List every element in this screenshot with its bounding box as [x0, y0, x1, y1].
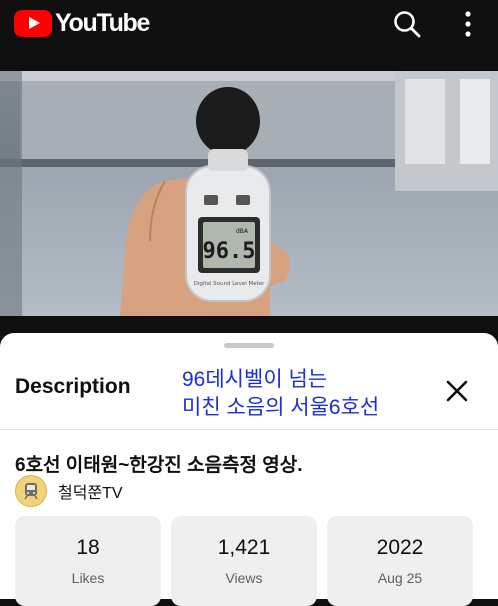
likes-count: 18: [76, 536, 100, 559]
more-vert-icon[interactable]: [452, 8, 484, 40]
upload-date: Aug 25: [377, 570, 423, 586]
meter-unit-display: dBA: [236, 228, 249, 235]
divider: [0, 429, 498, 430]
train-icon: [24, 483, 38, 500]
top-app-bar: YouTube: [0, 0, 498, 48]
video-frame: 96.5 dBA Digital Sound Level Meter: [0, 71, 498, 316]
youtube-logo-text: YouTube: [55, 9, 150, 37]
views-count: 1,421: [217, 536, 271, 559]
views-label: Views: [225, 570, 263, 586]
likes-stat: 18 Likes: [15, 516, 161, 606]
overlay-caption-line-2: 미친 소음의 서울6호선: [182, 396, 380, 419]
close-icon[interactable]: [442, 376, 472, 406]
overlay-caption-line-1: 96데시벨이 넘는: [182, 368, 328, 391]
upload-year: 2022: [376, 536, 424, 559]
youtube-logo[interactable]: YouTube: [14, 9, 150, 38]
channel-avatar[interactable]: [15, 475, 47, 507]
views-stat: 1,421 Views: [171, 516, 317, 606]
drag-handle[interactable]: [224, 343, 274, 348]
search-icon[interactable]: [391, 8, 423, 40]
channel-row[interactable]: 철덕쭌TV: [15, 475, 123, 507]
likes-label: Likes: [71, 570, 105, 586]
meter-brand-label: Digital Sound Level Meter: [194, 281, 266, 287]
description-sheet: Description 96데시벨이 넘는 미친 소음의 서울6호선 6호선 이…: [0, 333, 498, 606]
youtube-play-icon: [14, 10, 52, 37]
video-player[interactable]: 96.5 dBA Digital Sound Level Meter: [0, 71, 498, 316]
video-title: 6호선 이태원~한강진 소음측정 영상.: [15, 455, 303, 476]
channel-name[interactable]: 철덕쭌TV: [58, 479, 123, 503]
date-stat: 2022 Aug 25: [327, 516, 473, 606]
overlay-caption: 96데시벨이 넘는 미친 소음의 서울6호선: [182, 366, 379, 422]
description-heading: Description: [15, 375, 131, 398]
meter-reading-display: 96.5: [203, 239, 256, 264]
